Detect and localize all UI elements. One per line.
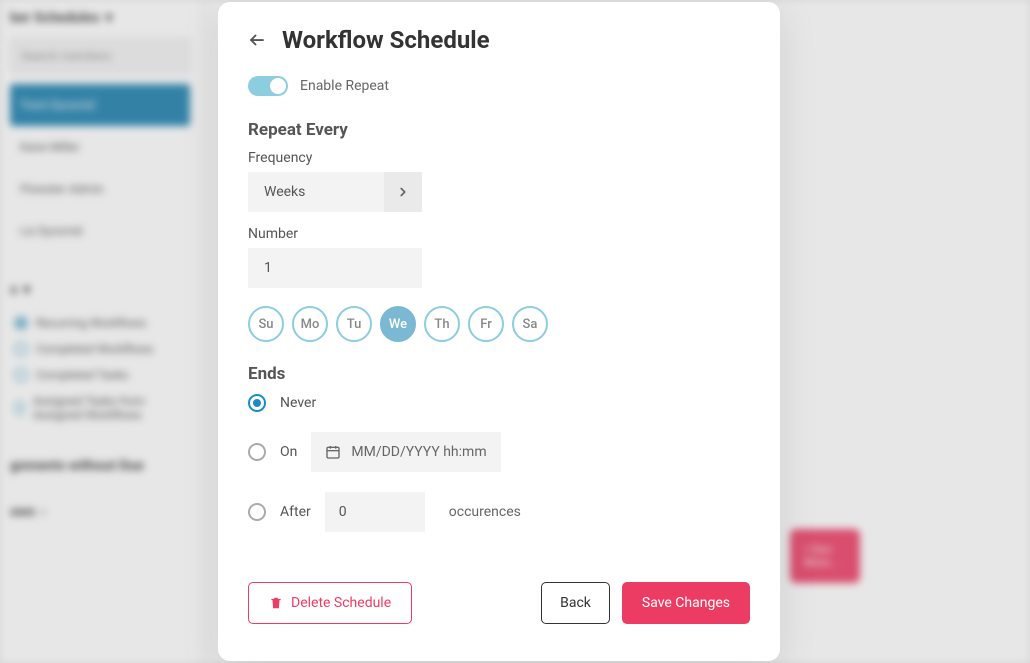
number-input[interactable] [248,248,422,288]
day-su[interactable]: Su [248,306,284,342]
day-th[interactable]: Th [424,306,460,342]
ends-after-radio[interactable] [248,503,266,521]
delete-button-label: Delete Schedule [291,595,391,611]
back-button[interactable]: Back [541,582,610,624]
ends-after-label: After [280,504,311,520]
number-label: Number [248,226,750,242]
workflow-schedule-modal: Workflow Schedule Enable Repeat Repeat E… [218,2,780,661]
day-mo[interactable]: Mo [292,306,328,342]
frequency-label: Frequency [248,150,750,166]
frequency-open-icon[interactable] [384,172,422,212]
occurrences-suffix: occurences [449,504,521,520]
ends-on-date-input[interactable]: MM/DD/YYYY hh:mm [311,432,500,472]
frequency-select[interactable]: Weeks [248,172,384,212]
delete-schedule-button[interactable]: Delete Schedule [248,582,412,624]
occurrences-input[interactable] [325,492,425,532]
save-changes-button[interactable]: Save Changes [622,582,750,624]
ends-heading: Ends [248,364,750,384]
ends-never-radio[interactable] [248,394,266,412]
repeat-every-heading: Repeat Every [248,120,750,140]
trash-icon [269,596,283,610]
day-we[interactable]: We [380,306,416,342]
ends-on-radio[interactable] [248,443,266,461]
day-tu[interactable]: Tu [336,306,372,342]
modal-title: Workflow Schedule [282,26,490,54]
ends-on-label: On [280,444,297,460]
date-placeholder: MM/DD/YYYY hh:mm [351,444,486,460]
enable-repeat-label: Enable Repeat [300,78,389,94]
back-arrow-icon[interactable] [248,31,266,49]
day-fr[interactable]: Fr [468,306,504,342]
enable-repeat-toggle[interactable] [248,76,288,96]
calendar-icon [325,444,341,460]
ends-never-label: Never [280,395,316,411]
day-sa[interactable]: Sa [512,306,548,342]
weekday-picker: Su Mo Tu We Th Fr Sa [248,306,750,342]
